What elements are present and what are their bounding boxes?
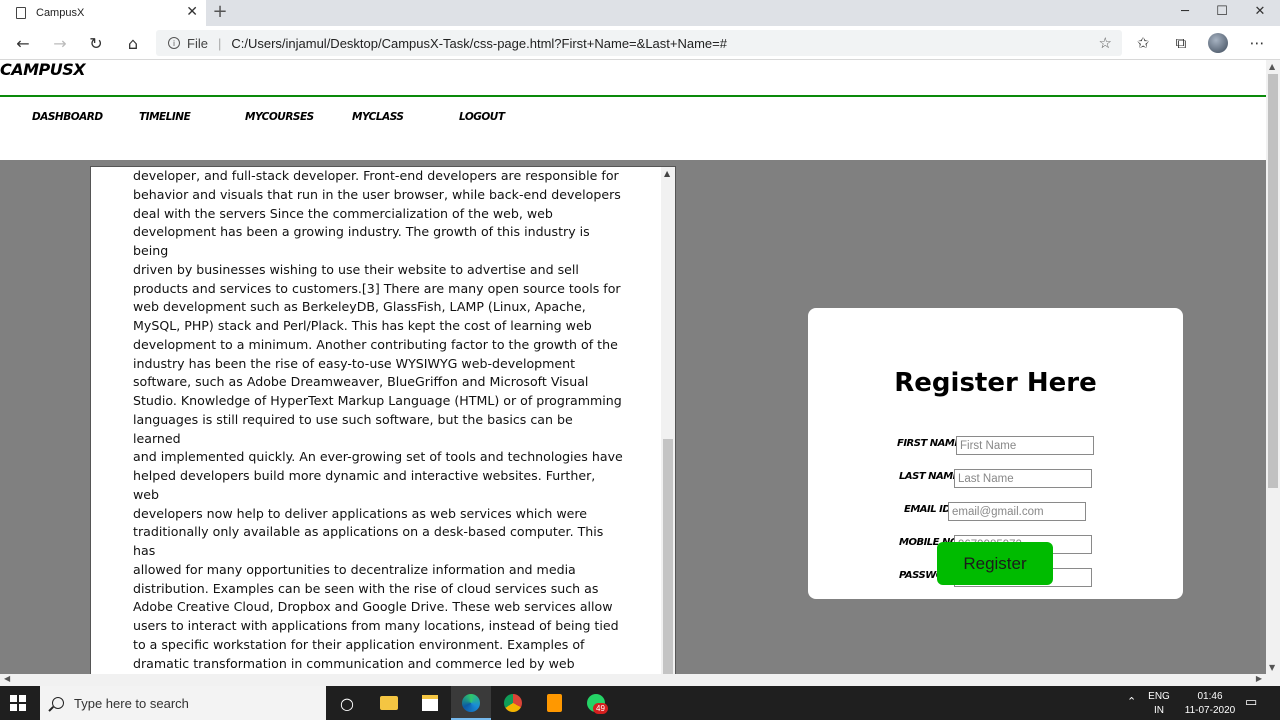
more-icon[interactable]: ⋯ — [1247, 34, 1267, 52]
article-line: and implemented quickly. An ever-growing… — [133, 449, 623, 465]
article-line: to a specific workstation for their appl… — [133, 636, 585, 652]
windows-start-icon[interactable] — [10, 695, 26, 711]
sublime-icon[interactable] — [542, 691, 566, 715]
forward-icon[interactable]: → — [46, 31, 74, 55]
article-line: traditionally only available as applicat… — [133, 524, 604, 558]
chrome-icon[interactable] — [501, 691, 525, 715]
refresh-icon[interactable]: ↻ — [82, 31, 110, 55]
scroll-right-icon[interactable]: ▶ — [1256, 674, 1262, 683]
nav-dashboard[interactable]: DASHBOARD — [32, 111, 103, 123]
article-line: MySQL, PHP) stack and Perl/Plack. This h… — [133, 318, 592, 333]
taskbar-search-placeholder: Type here to search — [74, 695, 189, 711]
article-line: dramatic transformation in communication… — [133, 655, 575, 671]
home-icon[interactable]: ⌂ — [119, 31, 147, 55]
page-scroll-thumb[interactable] — [1268, 74, 1278, 488]
article-scroll-thumb[interactable] — [663, 439, 673, 674]
back-icon[interactable]: ← — [9, 31, 37, 55]
tab-close-icon[interactable]: ✕ — [186, 4, 198, 20]
taskbar: Type here to search ○ ⌃ ENG IN 01:46 11-… — [0, 686, 1280, 720]
taskbar-search[interactable]: Type here to search — [40, 686, 326, 720]
article-line: deal with the servers Since the commerci… — [133, 205, 553, 221]
article-scrollbar[interactable]: ▲ — [661, 167, 675, 674]
article-text: developer, and full-stack developer. Fro… — [133, 167, 623, 674]
site-logo[interactable]: CAMPUSX — [0, 60, 86, 79]
edge-icon[interactable] — [459, 691, 483, 715]
register-title: Register Here — [894, 368, 1097, 398]
article-line: users to interact with applications from… — [133, 618, 619, 633]
clock-date[interactable]: 11-07-2020 — [1178, 705, 1242, 716]
scroll-left-icon[interactable]: ◀ — [4, 674, 10, 683]
page-horizontal-scrollbar[interactable]: ◀ ▶ — [0, 674, 1266, 686]
scroll-up-icon[interactable]: ▲ — [1269, 62, 1275, 71]
article-line: Adobe Creative Cloud, Dropbox and Google… — [133, 599, 613, 615]
article-line: distribution. Examples can be seen with … — [133, 580, 599, 596]
search-icon — [52, 697, 64, 709]
address-bar[interactable]: i File | C:/Users/injamul/Desktop/Campus… — [156, 30, 1122, 56]
nav-myclass[interactable]: MYCLASS — [352, 111, 404, 123]
page-vertical-scrollbar[interactable]: ▲ ▼ — [1266, 60, 1280, 674]
article-line: products and services to customers.[3] T… — [133, 280, 621, 296]
scroll-down-icon[interactable]: ▼ — [1269, 663, 1275, 672]
article-line: web development such as BerkeleyDB, Glas… — [133, 299, 586, 315]
favorite-star-icon[interactable]: ☆ — [1099, 34, 1112, 52]
cortana-icon[interactable]: ○ — [335, 691, 359, 715]
last-name-input[interactable]: Last Name — [954, 469, 1092, 488]
url-separator: | — [217, 35, 222, 51]
register-button[interactable]: Register — [937, 542, 1053, 585]
info-icon[interactable]: i — [168, 37, 180, 49]
minimize-icon[interactable]: ─ — [1166, 0, 1204, 22]
url-text[interactable]: C:/Users/injamul/Desktop/CampusX-Task/cs… — [231, 36, 727, 51]
new-tab-button[interactable]: + — [210, 1, 230, 22]
article-scroll-box[interactable]: developer, and full-stack developer. Fro… — [90, 166, 676, 674]
collections-icon[interactable]: ⧉ — [1171, 34, 1191, 52]
article-line: Studio. Knowledge of HyperText Markup La… — [133, 393, 622, 408]
profile-avatar[interactable] — [1208, 33, 1228, 53]
language-top[interactable]: ENG — [1147, 691, 1171, 702]
store-icon[interactable] — [418, 691, 442, 715]
first-name-input[interactable]: First Name — [956, 436, 1094, 455]
notification-icon[interactable]: ▭ — [1245, 694, 1257, 710]
article-line: behavior and visuals that run in the use… — [133, 186, 621, 202]
scrollbar-corner — [1266, 674, 1280, 686]
address-toolbar: ← → ↻ ⌂ i File | C:/Users/injamul/Deskto… — [0, 26, 1280, 60]
article-line: development to a minimum. Another contri… — [133, 336, 618, 352]
favorites-icon[interactable]: ✩ — [1133, 34, 1153, 52]
whatsapp-badge: 49 — [593, 703, 608, 714]
article-line: developer, and full-stack developer. Fro… — [133, 168, 619, 183]
nav-logout[interactable]: LOGOUT — [459, 111, 505, 123]
article-line: driven by businesses wishing to use thei… — [133, 261, 579, 277]
header-divider — [0, 95, 1266, 97]
tab-strip: CampusX ✕ + ─ ☐ ✕ — [0, 0, 1280, 26]
file-explorer-icon[interactable] — [377, 691, 401, 715]
clock-time[interactable]: 01:46 — [1180, 691, 1240, 702]
maximize-icon[interactable]: ☐ — [1203, 0, 1241, 22]
email-input[interactable]: email@gmail.com — [948, 502, 1086, 521]
scroll-up-icon[interactable]: ▲ — [664, 169, 670, 178]
browser-tab[interactable]: CampusX ✕ — [0, 0, 206, 26]
url-scheme-label: File — [187, 35, 208, 51]
article-line: developers now help to deliver applicati… — [133, 505, 588, 521]
tray-chevron-icon[interactable]: ⌃ — [1127, 695, 1136, 708]
article-line: languages is still required to use such … — [133, 411, 573, 446]
nav-timeline[interactable]: TIMELINE — [139, 111, 191, 123]
article-line: development has been a growing industry.… — [133, 224, 590, 258]
nav-mycourses[interactable]: MYCOURSES — [245, 111, 314, 123]
article-line: software, such as Adobe Dreamweaver, Blu… — [133, 374, 589, 390]
language-bottom[interactable]: IN — [1147, 705, 1171, 716]
article-line: industry has been the rise of easy-to-us… — [133, 355, 576, 371]
tab-title: CampusX — [36, 7, 85, 19]
site-header: CAMPUSX DASHBOARD TIMELINE MYCOURSES MYC… — [0, 60, 1266, 160]
article-line: allowed for many opportunities to decent… — [133, 561, 576, 577]
article-line: helped developers build more dynamic and… — [133, 468, 596, 502]
page-icon — [16, 7, 26, 19]
close-icon[interactable]: ✕ — [1241, 0, 1279, 22]
page-viewport: CAMPUSX DASHBOARD TIMELINE MYCOURSES MYC… — [0, 60, 1266, 674]
